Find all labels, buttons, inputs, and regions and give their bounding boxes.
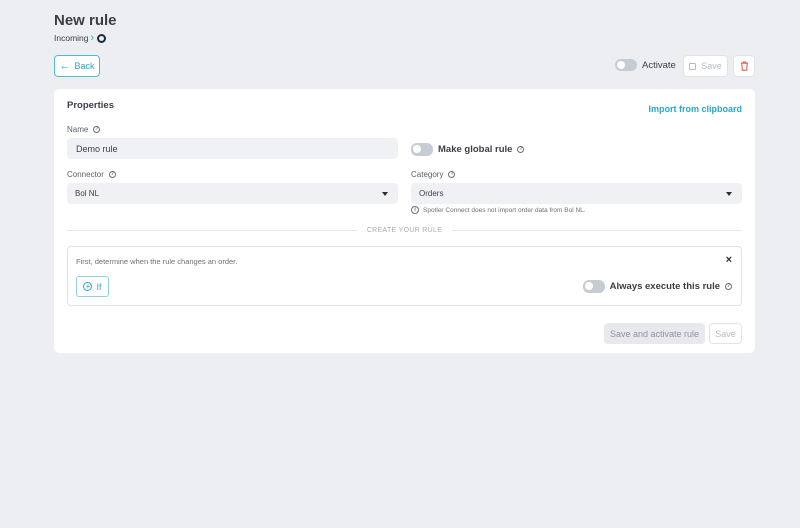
always-execute-toggle[interactable] <box>582 280 605 293</box>
connector-select[interactable]: Bol NL <box>67 183 398 204</box>
create-rule-divider: CREATE YOUR RULE <box>67 227 742 234</box>
close-icon[interactable]: × <box>726 255 732 266</box>
save-button-bottom[interactable]: Save <box>709 323 742 344</box>
activate-label: Activate <box>642 59 676 71</box>
connector-logo-icon <box>97 33 107 43</box>
activate-toggle-group[interactable]: Activate <box>615 59 676 71</box>
create-rule-divider-text: CREATE YOUR RULE <box>366 227 443 234</box>
plus-circle-icon: + <box>83 282 93 291</box>
breadcrumb-incoming[interactable]: Incoming <box>54 33 89 43</box>
category-label-group: Category ? <box>411 170 456 179</box>
caret-down-icon <box>726 191 732 196</box>
save-button-top-label: Save <box>701 61 722 71</box>
global-rule-label: Make global rule <box>438 144 513 155</box>
always-execute-label: Always execute this rule <box>609 281 720 292</box>
category-note: i Spotler Connect does not import order … <box>411 206 586 214</box>
category-note-text: Spotler Connect does not import order da… <box>423 206 586 214</box>
category-select-value: Orders <box>419 189 444 198</box>
category-select[interactable]: Orders <box>411 183 742 204</box>
breadcrumb: Incoming › <box>54 32 107 44</box>
global-rule-toggle-group[interactable]: Make global rule ? <box>411 143 525 156</box>
always-execute-toggle-group[interactable]: Always execute this rule ? <box>582 280 732 293</box>
add-if-button[interactable]: + If <box>76 276 109 297</box>
save-icon <box>689 62 697 70</box>
connector-label: Connector <box>67 170 104 179</box>
save-and-activate-button[interactable]: Save and activate rule <box>604 323 705 344</box>
connector-select-value: Bol NL <box>75 189 100 198</box>
info-icon: i <box>411 206 419 214</box>
rule-description: First, determine when the rule changes a… <box>76 257 238 266</box>
help-icon[interactable]: ? <box>93 126 101 133</box>
import-from-clipboard-link[interactable]: Import from clipboard <box>648 104 742 114</box>
rule-condition-box: First, determine when the rule changes a… <box>67 246 742 306</box>
activate-toggle[interactable] <box>615 59 637 71</box>
name-input[interactable]: Demo rule <box>67 138 398 159</box>
properties-card: Properties Import from clipboard Name ? … <box>54 89 755 353</box>
save-button-top[interactable]: Save <box>683 55 728 77</box>
help-icon[interactable]: ? <box>725 283 732 290</box>
add-if-label: If <box>96 281 102 292</box>
help-icon[interactable]: ? <box>108 171 116 178</box>
page-title: New rule <box>54 12 117 29</box>
global-rule-toggle[interactable] <box>411 143 433 156</box>
arrow-left-icon: ← <box>59 60 71 72</box>
trash-icon <box>740 61 748 71</box>
properties-title: Properties <box>67 100 114 111</box>
help-icon[interactable]: ? <box>517 146 525 153</box>
delete-button[interactable] <box>733 55 755 77</box>
chevron-right-icon: › <box>90 32 95 44</box>
name-label: Name <box>67 125 89 134</box>
help-icon[interactable]: ? <box>448 171 456 178</box>
back-button-label: Back <box>74 61 95 71</box>
name-label-group: Name ? <box>67 125 101 134</box>
connector-label-group: Connector ? <box>67 170 116 179</box>
category-label: Category <box>411 170 444 179</box>
caret-down-icon <box>382 191 388 196</box>
back-button[interactable]: ← Back <box>54 55 100 77</box>
